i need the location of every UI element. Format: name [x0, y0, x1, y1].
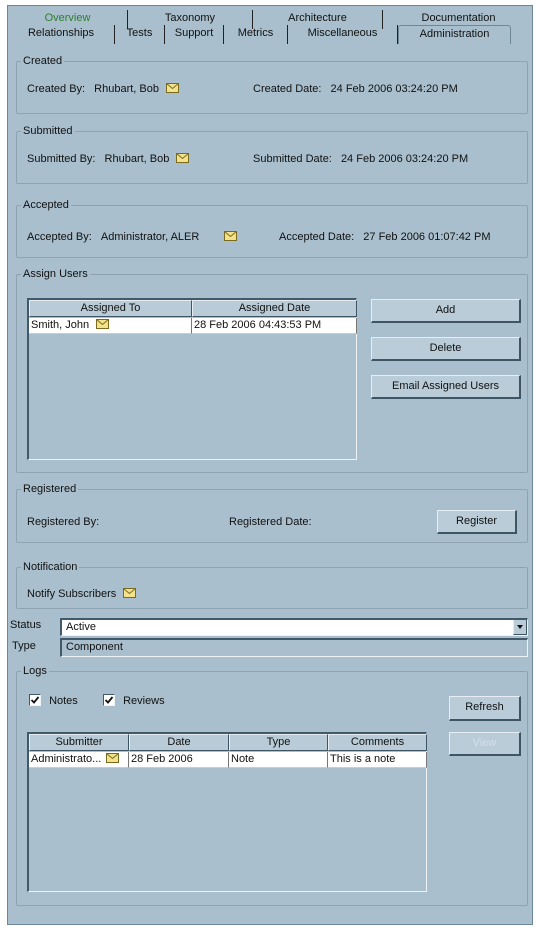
administration-panel: Overview Taxonomy Architecture Documenta… [7, 5, 533, 925]
column-header-submitter[interactable]: Submitter [29, 734, 129, 751]
reviews-label: Reviews [123, 695, 165, 707]
checkmark-icon [30, 696, 40, 704]
submitted-by-label: Submitted By: [27, 153, 96, 165]
checkmark-icon [104, 696, 114, 704]
tab-administration[interactable]: Administration [398, 25, 511, 44]
tab-relationships[interactable]: Relationships [8, 25, 115, 44]
notes-label: Notes [49, 695, 78, 707]
tab-tests[interactable]: Tests [115, 25, 165, 44]
accepted-legend: Accepted [21, 199, 71, 212]
envelope-icon[interactable] [176, 153, 189, 163]
column-header-comments[interactable]: Comments [328, 734, 427, 751]
envelope-icon[interactable] [224, 231, 237, 241]
submitted-section: Submitted Submitted By: Rhubart, Bob Sub… [16, 125, 528, 184]
created-by-label: Created By: [27, 83, 86, 95]
created-date-label: Created Date: [253, 83, 322, 95]
created-by-value: Rhubart, Bob [94, 83, 159, 95]
accepted-date-label: Accepted Date: [279, 231, 355, 243]
column-header-assigned-to[interactable]: Assigned To [29, 300, 192, 317]
notes-checkbox[interactable]: Notes [29, 694, 78, 707]
notify-subscribers[interactable]: Notify Subscribers [27, 588, 136, 600]
type-label: Type [12, 640, 36, 652]
status-select[interactable]: Active [60, 618, 528, 636]
created-date-value: 24 Feb 2006 03:24:20 PM [330, 83, 458, 95]
logs-section: Logs Notes Reviews Refresh View Submitte… [16, 665, 528, 906]
registered-legend: Registered [21, 483, 79, 496]
notification-legend: Notification [21, 561, 80, 574]
accepted-date-row: Accepted Date: 27 Feb 2006 01:07:42 PM [279, 231, 491, 243]
logs-table[interactable]: Submitter Date Type Comments Administrat… [27, 732, 427, 892]
table-row-assigned-to[interactable]: Smith, John [29, 318, 192, 334]
accepted-by-value: Administrator, ALER [100, 231, 200, 243]
envelope-icon[interactable] [106, 753, 119, 763]
table-row-assigned-date[interactable]: 28 Feb 2006 04:43:53 PM [192, 318, 357, 334]
created-section: Created Created By: Rhubart, Bob Created… [16, 55, 528, 114]
add-button[interactable]: Add [371, 299, 521, 323]
reviews-checkbox[interactable]: Reviews [103, 694, 165, 707]
assign-users-legend: Assign Users [21, 268, 90, 281]
tab-miscellaneous[interactable]: Miscellaneous [288, 25, 398, 44]
column-header-date[interactable]: Date [129, 734, 229, 751]
assigned-to-value: Smith, John [31, 319, 90, 331]
log-submitter-value: Administrato... [31, 753, 102, 765]
created-by-row: Created By: Rhubart, Bob [27, 83, 179, 95]
chevron-down-icon [517, 625, 523, 629]
notification-section: Notification Notify Subscribers [16, 561, 528, 609]
accepted-by-row: Accepted By: Administrator, ALER [27, 231, 237, 243]
tab-support[interactable]: Support [165, 25, 224, 44]
status-dropdown-button[interactable] [513, 620, 527, 635]
type-field: Component [60, 638, 528, 657]
reviews-check[interactable] [103, 694, 115, 706]
envelope-icon[interactable] [96, 319, 109, 329]
notify-subscribers-label: Notify Subscribers [27, 588, 117, 600]
view-button[interactable]: View [449, 732, 521, 756]
column-header-assigned-date[interactable]: Assigned Date [192, 300, 357, 317]
type-value: Component [66, 641, 123, 653]
submitted-legend: Submitted [21, 125, 75, 138]
accepted-section: Accepted Accepted By: Administrator, ALE… [16, 199, 528, 258]
register-button[interactable]: Register [437, 510, 517, 534]
status-label: Status [10, 619, 42, 631]
submitted-by-value: Rhubart, Bob [104, 153, 170, 165]
status-value: Active [66, 621, 96, 633]
envelope-icon[interactable] [123, 588, 136, 598]
tab-metrics[interactable]: Metrics [224, 25, 288, 44]
logs-legend: Logs [21, 665, 49, 678]
envelope-icon[interactable] [166, 83, 179, 93]
log-row-submitter[interactable]: Administrato... [29, 752, 129, 768]
submitted-date-row: Submitted Date: 24 Feb 2006 03:24:20 PM [253, 153, 468, 165]
accepted-date-value: 27 Feb 2006 01:07:42 PM [363, 231, 491, 243]
registered-by-label: Registered By: [27, 516, 100, 528]
delete-button[interactable]: Delete [371, 337, 521, 361]
submitted-date-value: 24 Feb 2006 03:24:20 PM [340, 153, 469, 165]
column-header-type[interactable]: Type [229, 734, 328, 751]
assigned-users-table[interactable]: Assigned To Assigned Date Smith, John 28… [27, 298, 357, 460]
accepted-by-label: Accepted By: [27, 231, 92, 243]
email-assigned-users-button[interactable]: Email Assigned Users [371, 375, 521, 399]
log-row-date[interactable]: 28 Feb 2006 [129, 752, 229, 768]
refresh-button[interactable]: Refresh [449, 696, 521, 721]
notes-check[interactable] [29, 694, 41, 706]
tab-row-front: Relationships Tests Support Metrics Misc… [8, 25, 534, 44]
created-date-row: Created Date: 24 Feb 2006 03:24:20 PM [253, 83, 458, 95]
log-row-type[interactable]: Note [229, 752, 328, 768]
log-row-comments[interactable]: This is a note [328, 752, 427, 768]
created-legend: Created [21, 55, 65, 68]
assign-users-section: Assign Users Assigned To Assigned Date S… [16, 268, 528, 473]
submitted-date-label: Submitted Date: [253, 153, 332, 165]
registered-date-label: Registered Date: [229, 516, 312, 528]
registered-section: Registered Registered By: Registered Dat… [16, 483, 528, 543]
submitted-by-row: Submitted By: Rhubart, Bob [27, 153, 189, 165]
